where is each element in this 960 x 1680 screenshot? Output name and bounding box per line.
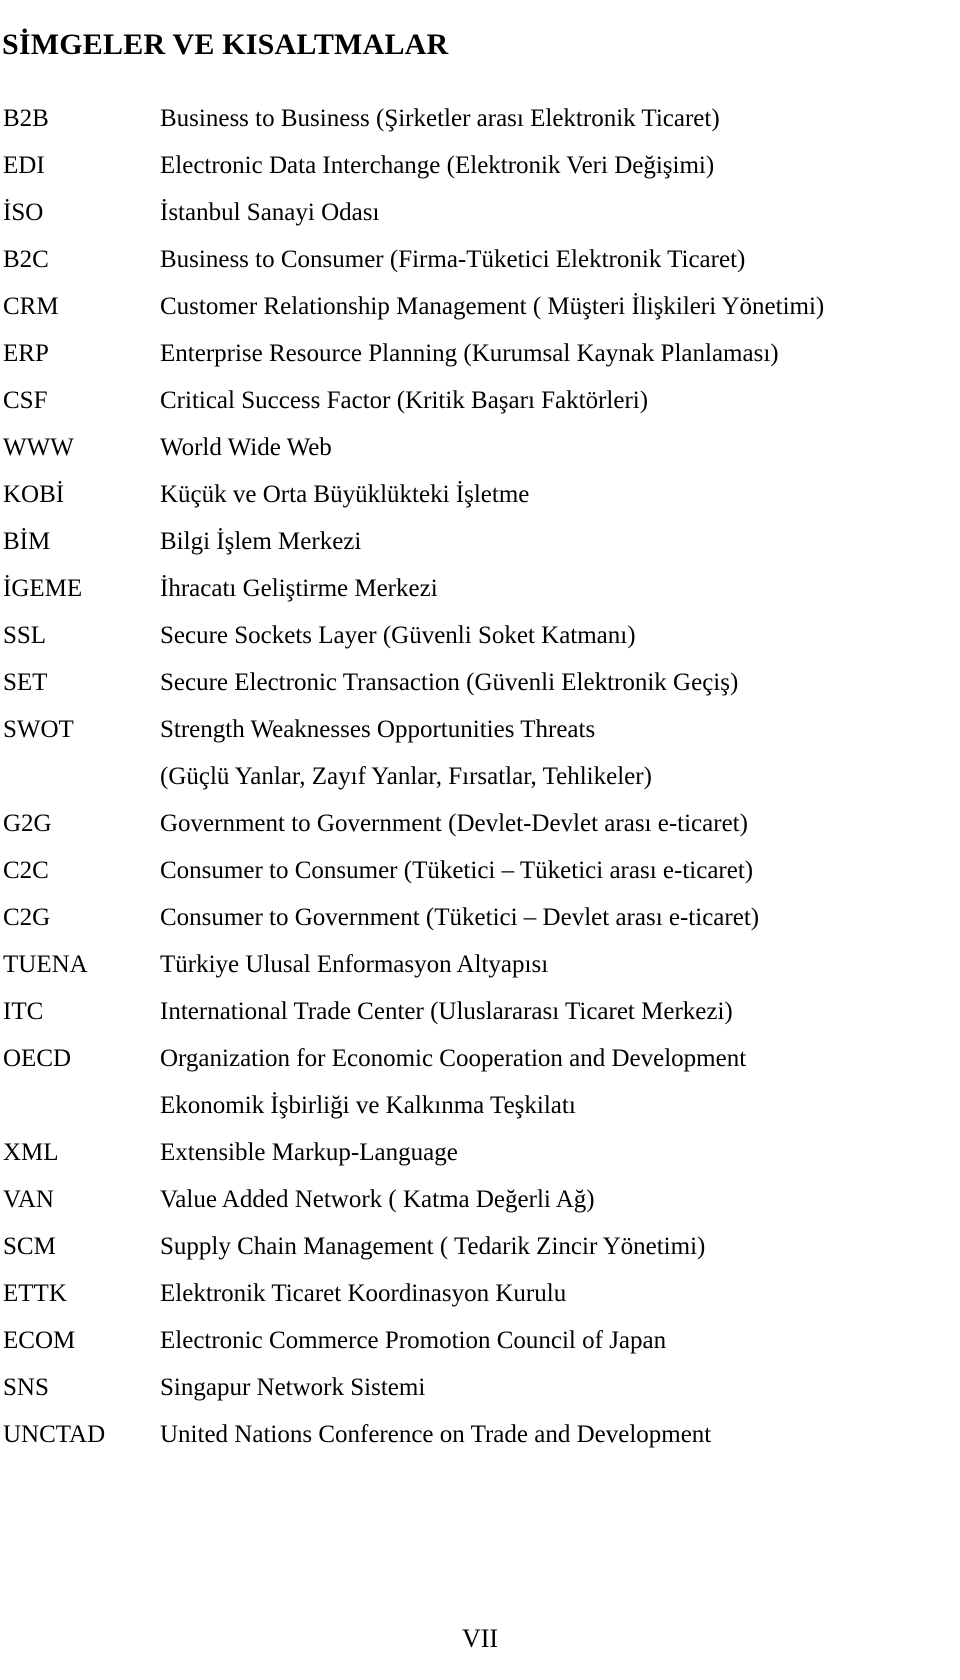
abbreviation-row: SNS Singapur Network Sistemi	[0, 1364, 960, 1411]
abbreviation-row: UNCTAD United Nations Conference on Trade…	[0, 1411, 960, 1458]
abbreviation-row: KOBİ Küçük ve Orta Büyüklükteki İşletme	[0, 471, 960, 518]
abbreviations-list: B2B Business to Business (Şirketler arası…	[0, 95, 960, 1458]
abbreviation-term: B2C	[3, 246, 49, 273]
abbreviation-term: CRM	[3, 293, 59, 320]
abbreviation-definition: Critical Success Factor (Kritik Başarı F…	[160, 387, 649, 414]
abbreviation-row: G2G Government to Government (Devlet-Devl…	[0, 800, 960, 847]
abbreviation-definition: Secure Sockets Layer (Güvenli Soket Katm…	[160, 622, 636, 649]
abbreviation-term: C2C	[3, 857, 49, 884]
abbreviation-term: ITC	[3, 998, 44, 1025]
abbreviation-row: C2C Consumer to Consumer (Tüketici – Tüke…	[0, 847, 960, 894]
abbreviation-term: UNCTAD	[3, 1421, 106, 1448]
abbreviation-row: CRM Customer Relationship Management ( Mü…	[0, 283, 960, 330]
abbreviation-row: SSL Secure Sockets Layer (Güvenli Soket K…	[0, 612, 960, 659]
abbreviation-definition: Strength Weaknesses Opportunities Threat…	[160, 716, 596, 743]
abbreviation-term: TUENA	[3, 951, 88, 978]
abbreviation-term: BİM	[3, 528, 51, 555]
abbreviation-definition: Extensible Markup-Language	[160, 1139, 458, 1166]
abbreviation-definition: Business to Consumer (Firma-Tüketici Ele…	[160, 246, 746, 273]
abbreviation-row: XML Extensible Markup-Language	[0, 1129, 960, 1176]
abbreviation-row: VAN Value Added Network ( Katma Değerli A…	[0, 1176, 960, 1223]
abbreviation-definition: İstanbul Sanayi Odası	[160, 199, 380, 226]
abbreviation-definition: Consumer to Consumer (Tüketici – Tüketic…	[160, 857, 754, 884]
abbreviation-definition: Singapur Network Sistemi	[160, 1374, 426, 1401]
abbreviation-term: SNS	[3, 1374, 49, 1401]
abbreviation-row: SET Secure Electronic Transaction (Güvenl…	[0, 659, 960, 706]
abbreviation-definition: Value Added Network ( Katma Değerli Ağ)	[160, 1186, 595, 1213]
abbreviation-row: ERP Enterprise Resource Planning (Kurumsa…	[0, 330, 960, 377]
abbreviation-row: ITC International Trade Center (Uluslarar…	[0, 988, 960, 1035]
abbreviation-term: İGEME	[3, 575, 83, 602]
abbreviation-row: OECD Organization for Economic Cooperatio…	[0, 1035, 960, 1082]
abbreviation-row: ECOM Electronic Commerce Promotion Counci…	[0, 1317, 960, 1364]
abbreviation-definition: Ekonomik İşbirliği ve Kalkınma Teşkilatı	[160, 1092, 576, 1119]
abbreviation-term: B2B	[3, 105, 49, 132]
abbreviation-term: ECOM	[3, 1327, 76, 1354]
abbreviation-term: ERP	[3, 340, 49, 367]
abbreviation-term: CSF	[3, 387, 48, 414]
abbreviation-term: SWOT	[3, 716, 74, 743]
abbreviation-definition: World Wide Web	[160, 434, 332, 461]
abbreviation-definition: International Trade Center (Uluslararası…	[160, 998, 733, 1025]
abbreviation-term: ETTK	[3, 1280, 67, 1307]
abbreviation-row: (Güçlü Yanlar, Zayıf Yanlar, Fırsatlar, …	[0, 753, 960, 800]
abbreviation-term: EDI	[3, 152, 45, 179]
abbreviation-term: C2G	[3, 904, 51, 931]
abbreviation-row: WWW World Wide Web	[0, 424, 960, 471]
abbreviation-term: SET	[3, 669, 48, 696]
page-number: VII	[461, 1624, 499, 1653]
abbreviation-definition: Customer Relationship Management ( Müşte…	[160, 293, 825, 320]
abbreviation-term: KOBİ	[3, 481, 65, 508]
abbreviation-definition: Electronic Commerce Promotion Council of…	[160, 1327, 667, 1354]
abbreviation-definition: İhracatı Geliştirme Merkezi	[160, 575, 438, 602]
abbreviation-definition: Organization for Economic Cooperation an…	[160, 1045, 747, 1072]
abbreviation-row: TUENA Türkiye Ulusal Enformasyon Altyapıs…	[0, 941, 960, 988]
abbreviation-definition: Business to Business (Şirketler arası El…	[160, 105, 720, 132]
abbreviation-definition: United Nations Conference on Trade and D…	[160, 1421, 712, 1448]
abbreviation-term: İSO	[3, 199, 44, 226]
abbreviation-definition: Küçük ve Orta Büyüklükteki İşletme	[160, 481, 530, 508]
page-title: SİMGELER VE KISALTMALAR	[2, 28, 449, 62]
abbreviation-definition: Government to Government (Devlet-Devlet …	[160, 810, 748, 837]
abbreviation-row: ETTK Elektronik Ticaret Koordinasyon Kuru…	[0, 1270, 960, 1317]
abbreviation-term: G2G	[3, 810, 52, 837]
abbreviation-definition: Enterprise Resource Planning (Kurumsal K…	[160, 340, 779, 367]
abbreviation-row: B2B Business to Business (Şirketler arası…	[0, 95, 960, 142]
abbreviation-definition: Supply Chain Management ( Tedarik Zincir…	[160, 1233, 706, 1260]
abbreviation-definition: Consumer to Government (Tüketici – Devle…	[160, 904, 760, 931]
document-page: SİMGELER VE KISALTMALAR B2B Business to B…	[0, 0, 960, 1680]
abbreviation-term: XML	[3, 1139, 59, 1166]
abbreviation-term: OECD	[3, 1045, 72, 1072]
abbreviation-definition: Elektronik Ticaret Koordinasyon Kurulu	[160, 1280, 567, 1307]
abbreviation-term: SSL	[3, 622, 47, 649]
abbreviation-row: CSF Critical Success Factor (Kritik Başar…	[0, 377, 960, 424]
abbreviation-row: SCM Supply Chain Management ( Tedarik Zin…	[0, 1223, 960, 1270]
abbreviation-row: C2G Consumer to Government (Tüketici – De…	[0, 894, 960, 941]
abbreviation-definition: Secure Electronic Transaction (Güvenli E…	[160, 669, 739, 696]
abbreviation-definition: Electronic Data Interchange (Elektronik …	[160, 152, 715, 179]
abbreviation-term: SCM	[3, 1233, 56, 1260]
abbreviation-term: WWW	[3, 434, 74, 461]
abbreviation-row: İSO İstanbul Sanayi Odası	[0, 189, 960, 236]
abbreviation-definition: Bilgi İşlem Merkezi	[160, 528, 362, 555]
abbreviation-definition: (Güçlü Yanlar, Zayıf Yanlar, Fırsatlar, …	[160, 763, 652, 790]
abbreviation-row: EDI Electronic Data Interchange (Elektron…	[0, 142, 960, 189]
abbreviation-row: Ekonomik İşbirliği ve Kalkınma Teşkilatı	[0, 1082, 960, 1129]
abbreviation-row: SWOT Strength Weaknesses Opportunities Th…	[0, 706, 960, 753]
abbreviation-definition: Türkiye Ulusal Enformasyon Altyapısı	[160, 951, 549, 978]
abbreviation-row: B2C Business to Consumer (Firma-Tüketici …	[0, 236, 960, 283]
abbreviation-term: VAN	[3, 1186, 54, 1213]
abbreviation-row: İGEME İhracatı Geliştirme Merkezi	[0, 565, 960, 612]
abbreviation-row: BİM Bilgi İşlem Merkezi	[0, 518, 960, 565]
